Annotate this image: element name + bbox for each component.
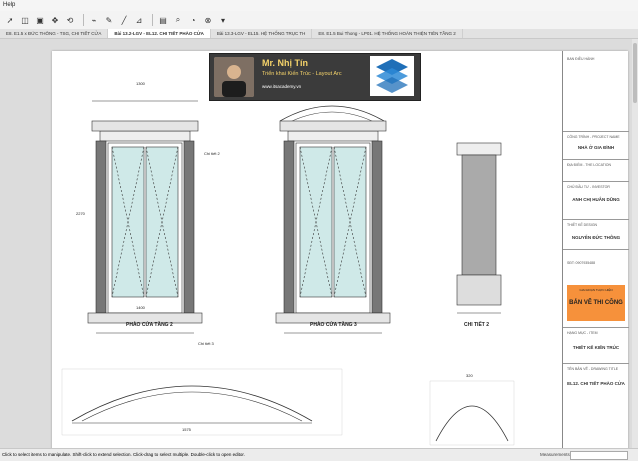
toolbar-separator: [152, 14, 153, 26]
orbit-icon[interactable]: ◔: [187, 14, 199, 26]
paint-icon[interactable]: ▣: [34, 14, 46, 26]
tb-giai-doan-label: GIAI ĐOẠN THỰC HIỆN: [579, 288, 613, 292]
tab-4[interactable]: E8. E1.5 Bui Thong - LP01. HỆ THỐNG HOÀN…: [312, 29, 463, 38]
line-icon[interactable]: ╱: [118, 14, 130, 26]
tab-1[interactable]: E8. E1.5 x ĐỨC THÔNG - TSG, CHI TIẾT CỬA: [0, 29, 109, 38]
tb-divider: [563, 131, 629, 132]
tb-chu-dau-tu-label: CHỦ ĐẦU TƯ - INVESTOR: [567, 185, 610, 189]
select-arrow-icon[interactable]: ➚: [4, 14, 16, 26]
dim-right: 320: [466, 373, 473, 378]
measurements-label: Measurements: [540, 452, 570, 457]
tb-dia-diem-label: ĐỊA ĐIỂM - THE LOCATION: [567, 163, 612, 167]
tab-2[interactable]: Bài 13.2-LGV - EL12. CHI TIẾT PHÀO CỬA: [108, 29, 211, 38]
status-bar: Click to select items to manipulate. Shi…: [0, 448, 638, 461]
drawing-canvas[interactable]: Mr. Nhị Tín Triển khai Kiến Trúc - Layou…: [0, 39, 638, 448]
dim-bottom: 1575: [182, 427, 191, 432]
elevation-drawings: [61, 100, 515, 446]
zoom-icon[interactable]: ⌕: [172, 14, 184, 26]
mid-window-title: PHÀO CỬA TẦNG 3: [310, 322, 357, 328]
document-tabs: E8. E1.5 x ĐỨC THÔNG - TSG, CHI TIẾT CỬA…: [0, 29, 638, 39]
left-window-title: PHÀO CỬA TẦNG 2: [126, 322, 173, 328]
tb-ten-ban-ve-label: TÊN BẢN VẼ - DRAWING TITLE: [567, 367, 619, 371]
tb-divider: [563, 363, 629, 364]
pan-icon[interactable]: ⊗: [202, 14, 214, 26]
rotate-icon[interactable]: ⟲: [64, 14, 76, 26]
toolbar-separator: [83, 14, 84, 26]
title-block: BAN ĐIỀU HÀNH CÔNG TRÌNH - PROJECT NAME …: [562, 51, 629, 448]
stage-badge: GIAI ĐOẠN THỰC HIỆN BẢN VẼ THI CÔNG: [567, 285, 625, 321]
tape-icon[interactable]: ⌁: [88, 14, 100, 26]
tb-chu-dau-tu: ANH CHỊ HUÂN DŨNG: [572, 197, 620, 202]
menu-help[interactable]: Help: [3, 2, 15, 8]
eraser-icon[interactable]: ◫: [19, 14, 31, 26]
tb-hang-muc: THIẾT KẾ KIẾN TRÚC: [572, 345, 620, 350]
callout-detail-3: Chi tiết 3: [198, 341, 214, 346]
tb-divider: [563, 159, 629, 160]
detail-2-title: CHI TIẾT 2: [464, 322, 490, 328]
tb-cong-trinh: NHÀ Ở GIA ĐÌNH: [577, 145, 615, 150]
menu-bar: Help: [0, 0, 638, 11]
callout-detail-2: Chi tiết 2: [204, 151, 220, 156]
vertical-scrollbar[interactable]: [632, 39, 638, 448]
scroll-thumb[interactable]: [633, 43, 637, 103]
text-icon[interactable]: ▤: [157, 14, 169, 26]
measurements-input[interactable]: [570, 451, 628, 460]
tb-divider: [563, 327, 629, 328]
move-icon[interactable]: ✥: [49, 14, 61, 26]
dimension-icon[interactable]: ⊿: [133, 14, 145, 26]
toolbar: ➚ ◫ ▣ ✥ ⟲ ⌁ ✎ ╱ ⊿ ▤ ⌕ ◔ ⊗ ▾: [0, 11, 638, 29]
tb-ten-ban-ve: EL12. CHI TIẾT PHÀO CỬA: [567, 381, 625, 386]
tb-divider: [563, 181, 629, 182]
tb-ban-dieu-hanh: BAN ĐIỀU HÀNH: [567, 57, 595, 61]
layout-sheet[interactable]: Mr. Nhị Tín Triển khai Kiến Trúc - Layou…: [52, 51, 629, 448]
pencil-icon[interactable]: ✎: [103, 14, 115, 26]
tb-phone: SĐT: 0907935488: [567, 261, 596, 265]
tb-divider: [563, 249, 629, 250]
status-message: Click to select items to manipulate. Shi…: [2, 452, 245, 457]
layers-icon[interactable]: ▾: [217, 14, 229, 26]
tb-giai-doan: BẢN VẼ THI CÔNG: [569, 300, 623, 306]
tb-cong-trinh-label: CÔNG TRÌNH - PROJECT NAME: [567, 135, 620, 139]
tb-hang-muc-label: HẠNG MỤC - ITEM: [567, 331, 598, 335]
tb-divider: [563, 219, 629, 220]
tb-thiet-ke: NGUYỄN ĐỨC THÔNG: [571, 235, 621, 240]
dim-top-1: 1300: [136, 81, 145, 86]
dim-top-2: 1400: [136, 305, 145, 310]
tb-thiet-ke-label: THIẾT KẾ DESIGN: [567, 223, 598, 227]
dim-height: 2270: [76, 211, 85, 216]
tab-3[interactable]: Bài 13.3-LGV - EL15. HỆ THỐNG TRỤC TH: [211, 29, 313, 38]
